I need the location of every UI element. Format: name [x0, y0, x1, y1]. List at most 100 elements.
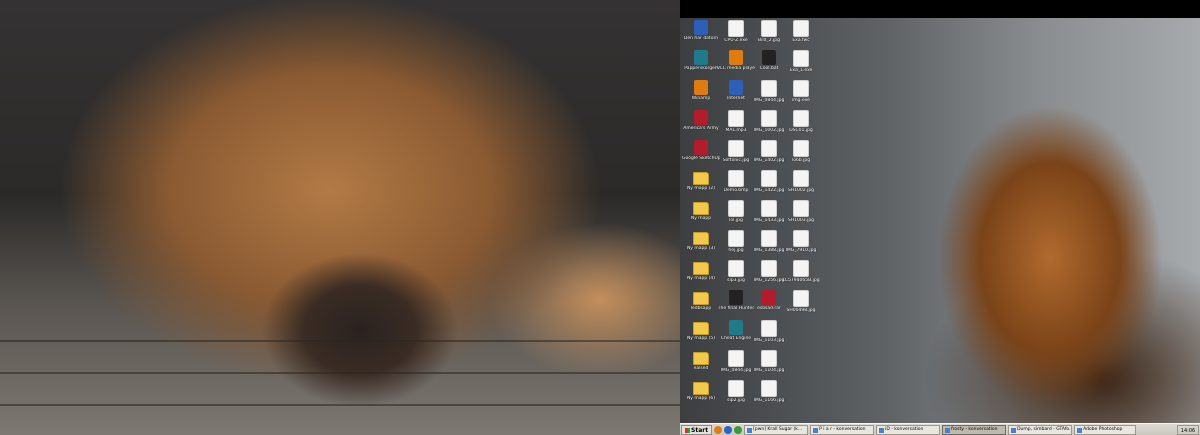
file-icon: [761, 260, 777, 277]
file-icon: [728, 200, 744, 217]
desktop-icon[interactable]: SH00498.jpg: [782, 290, 820, 313]
left-monitor: [0, 0, 680, 435]
folder-icon: [693, 292, 709, 305]
desktop-icon-label: Ny mapp (2): [686, 186, 716, 191]
taskbar-button[interactable]: Adobe Photoshop: [1074, 425, 1137, 435]
desktop-icon[interactable]: [734, 426, 743, 434]
app-icon: [694, 110, 708, 125]
desktop-icon-label: Google SketchUp: [682, 156, 720, 161]
desktop-icon[interactable]: Ny mapp (2): [682, 170, 720, 191]
file-icon: [728, 350, 744, 367]
taskbar-button[interactable]: [pwn] Krall Sugar (k...: [744, 425, 809, 435]
desktop-icon-label: IMG_1166.jpg: [753, 398, 785, 403]
desktop-icon[interactable]: Ny mapp (6): [682, 380, 720, 401]
desktop-icon[interactable]: IMG_1103.jpg: [750, 320, 788, 343]
desktop-icon[interactable]: Google SketchUp: [682, 140, 720, 161]
desktop-icon-label: Den här datorn: [683, 36, 719, 41]
folder-icon: [693, 172, 709, 185]
desktop-icon[interactable]: Exa.fwc: [782, 20, 820, 43]
app-icon: [694, 80, 708, 95]
file-icon: [761, 20, 777, 37]
desktop-icon-label: DSC01.jpg: [789, 128, 813, 133]
taskbar-button[interactable]: Dump, simbard - GTAfo...: [1008, 425, 1073, 435]
desktop-icon[interactable]: IMG_1104.jpg: [750, 350, 788, 373]
file-icon: [761, 200, 777, 217]
desktop-icon[interactable]: DSC01.jpg: [782, 110, 820, 133]
app-icon: [729, 290, 743, 305]
taskbar-button-label: P i a r - konversation: [819, 427, 866, 432]
taskbar-button-label: Adobe Photoshop: [1083, 427, 1123, 432]
desktop-icon[interactable]: America's Army: [682, 110, 720, 131]
desktop-icon[interactable]: Ny mapp (3): [682, 230, 720, 251]
window-icon: [1077, 427, 1083, 433]
desktop-icon-label: Exa.fwc: [792, 38, 810, 43]
desktop-icon-label: Ny mapp (6): [686, 396, 716, 401]
desktop-icon[interactable]: lo6b.jpg: [782, 140, 820, 163]
desktop-icon-label: Ny mapp (5): [686, 336, 716, 341]
desktop-icon[interactable]: ledbsapp: [682, 290, 720, 311]
desktop-icon-label: ledbsapp: [690, 306, 712, 311]
desktop-icon-label: Winamp: [691, 96, 711, 101]
desktop-icon[interactable]: IMG_1166.jpg: [750, 380, 788, 403]
ie-icon[interactable]: [724, 426, 733, 434]
desktop-icon-label: SH1002.jpg: [787, 188, 815, 193]
folder-icon: [693, 232, 709, 245]
folder-icon: [693, 322, 709, 335]
file-icon: [793, 200, 809, 217]
firefox-icon[interactable]: [714, 426, 723, 434]
taskbar-button-label: [pwn] Krall Sugar (k...: [753, 427, 803, 432]
windows-logo-icon: [685, 427, 690, 433]
file-icon: [728, 170, 744, 187]
desktop-icon[interactable]: img.exe: [782, 80, 820, 103]
desktop-icon[interactable]: Exa_1.exe: [782, 50, 820, 73]
start-button[interactable]: Start: [681, 425, 713, 435]
desktop-icon-label: img.exe: [792, 98, 810, 103]
taskbar-button[interactable]: frosty - konversation: [942, 425, 1007, 435]
desktop-icon[interactable]: Den här datorn: [682, 20, 720, 41]
desktop-icon[interactable]: ealsed: [682, 350, 720, 371]
window-icon: [813, 427, 819, 433]
desktop-icon[interactable]: Ny mapp (4): [682, 260, 720, 281]
file-icon: [761, 80, 777, 97]
taskbar-button[interactable]: P i a r - konversation: [810, 425, 875, 435]
deck-board-line: [0, 372, 680, 374]
app-icon: [694, 20, 708, 35]
window-icon: [879, 427, 885, 433]
file-icon: [793, 80, 809, 97]
file-icon: [793, 260, 809, 277]
desktop-icon-label: Papperskorgen: [684, 66, 718, 71]
desktop-icon-label: Ny mapp (3): [686, 246, 716, 251]
desktop-icon-label: SH00498.jpg: [786, 308, 816, 313]
file-icon: [761, 170, 777, 187]
deck-board-line: [0, 340, 680, 342]
file-icon: [793, 110, 809, 127]
desktop-icon[interactable]: IMG_7910.jpg: [782, 230, 820, 253]
file-icon: [793, 170, 809, 187]
window-icon: [945, 427, 951, 433]
folder-icon: [693, 352, 709, 365]
file-icon: [793, 230, 809, 247]
desktop-icon-label: LC5794065B.jpg: [782, 278, 820, 283]
desktop-icon-label: lo6b.jpg: [791, 158, 811, 163]
desktop-icon[interactable]: Winamp: [682, 80, 720, 101]
start-label: Start: [691, 426, 709, 434]
file-icon: [728, 230, 744, 247]
taskbar-button-label: iD - konversation: [885, 427, 924, 432]
desktop-icon[interactable]: Ny mapp (5): [682, 320, 720, 341]
desktop-icon[interactable]: Papperskorgen: [682, 50, 720, 71]
file-icon: [728, 260, 744, 277]
desktop-icon[interactable]: LC5794065B.jpg: [782, 260, 820, 283]
desktop-icon[interactable]: Ny mapp: [682, 200, 720, 221]
file-icon: [793, 140, 809, 157]
desktop-icon[interactable]: SH1003.jpg: [782, 200, 820, 223]
file-icon: [761, 350, 777, 367]
app-icon: [694, 140, 708, 155]
desktop-icon-label: IMG_7910.jpg: [785, 248, 817, 253]
desktop-icon[interactable]: SH1002.jpg: [782, 170, 820, 193]
taskbar-button[interactable]: iD - konversation: [876, 425, 941, 435]
desktop-icon-label: Ny mapp (4): [686, 276, 716, 281]
file-icon: [761, 140, 777, 157]
desktop-icon-label: Exa_1.exe: [789, 68, 813, 73]
file-icon: [728, 20, 744, 37]
app-icon: [694, 50, 708, 65]
